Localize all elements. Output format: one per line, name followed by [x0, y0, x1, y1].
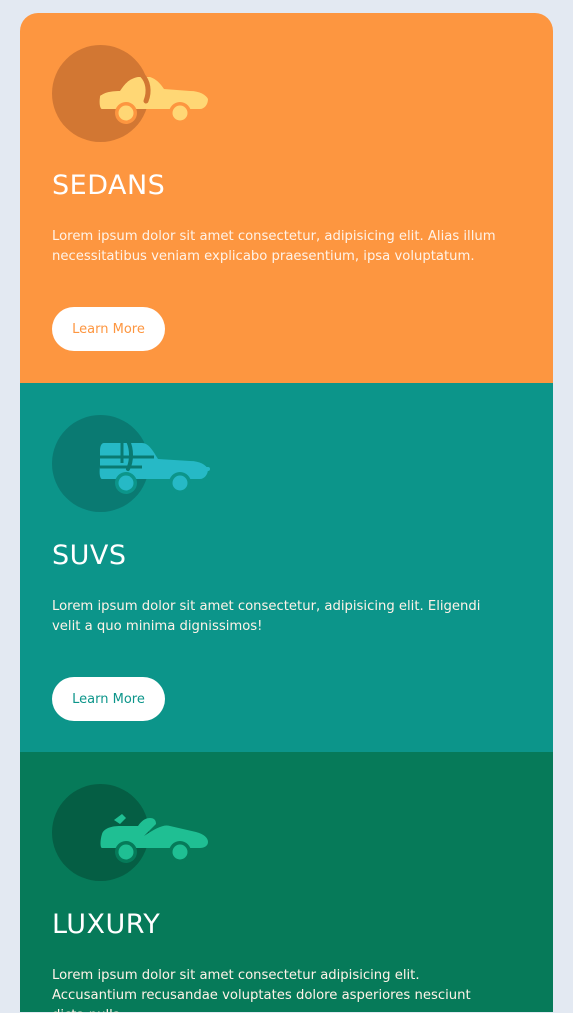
suv-car-shape [99, 439, 210, 494]
card-description: Lorem ipsum dolor sit amet consectetur, … [52, 598, 481, 634]
learn-more-button[interactable]: Learn More [52, 677, 165, 721]
sedans-card: SEDANS Lorem ipsum dolor sit amet consec… [20, 13, 553, 383]
suv-car-icon [52, 415, 212, 513]
card-title: SUVS [52, 540, 127, 571]
car-category-cards: SEDANS Lorem ipsum dolor sit amet consec… [20, 13, 553, 1013]
sedan-car-shape [99, 72, 208, 124]
convertible-car-icon [52, 784, 212, 882]
suvs-card: SUVS Lorem ipsum dolor sit amet consecte… [20, 383, 553, 752]
card-description: Lorem ipsum dolor sit amet consectetur a… [52, 967, 471, 1013]
learn-more-button[interactable]: Learn More [52, 307, 165, 351]
luxury-card: LUXURY Lorem ipsum dolor sit amet consec… [20, 752, 553, 1013]
sedan-car-icon [52, 45, 212, 143]
convertible-car-shape [100, 814, 208, 863]
card-title: SEDANS [52, 170, 166, 201]
card-description: Lorem ipsum dolor sit amet consectetur, … [52, 228, 496, 264]
card-title: LUXURY [52, 909, 161, 940]
